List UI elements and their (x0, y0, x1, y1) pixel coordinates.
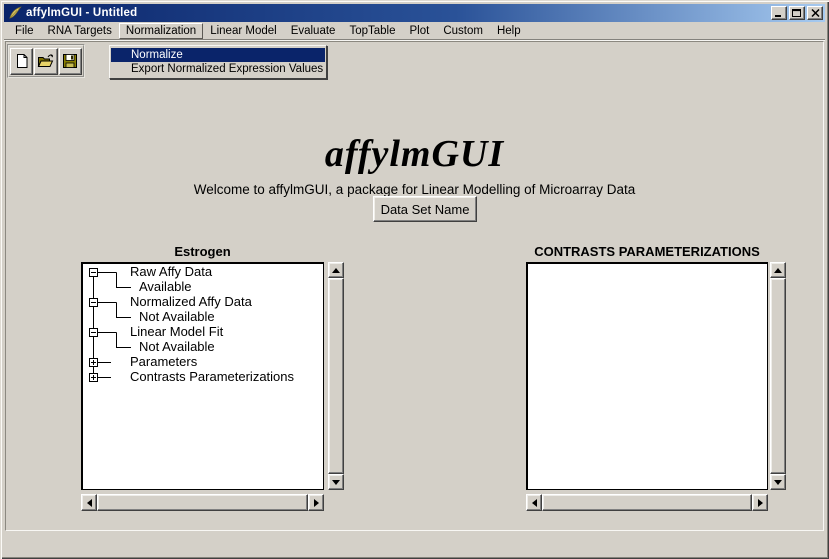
dataset-name-button[interactable]: Data Set Name (373, 196, 477, 222)
menu-item-normalization[interactable]: Normalization (119, 23, 203, 39)
app-title: affylmGUI (6, 132, 823, 176)
arrow-right-icon (758, 499, 763, 507)
toolbar (7, 44, 85, 78)
scrollbar-thumb[interactable] (542, 494, 752, 511)
contrasts-horizontal-scrollbar[interactable] (526, 494, 768, 511)
new-file-icon (14, 53, 30, 69)
scroll-left-button[interactable] (526, 494, 542, 511)
scroll-right-button[interactable] (752, 494, 768, 511)
arrow-up-icon (774, 268, 782, 273)
estrogen-horizontal-scrollbar[interactable] (81, 494, 324, 511)
menu-item-custom[interactable]: Custom (436, 23, 490, 39)
tree-expander[interactable] (89, 328, 98, 337)
estrogen-vertical-scrollbar[interactable] (328, 262, 344, 490)
menu-item-export-normalized[interactable]: Export Normalized Expression Values (111, 62, 325, 76)
scrollbar-thumb[interactable] (97, 494, 308, 511)
menu-item-help[interactable]: Help (490, 23, 528, 39)
arrow-left-icon (87, 499, 92, 507)
scroll-up-button[interactable] (328, 262, 344, 278)
menubar: File RNA Targets Normalization Linear Mo… (4, 22, 825, 40)
contrasts-panel-heading: CONTRASTS PARAMETERIZATIONS (526, 244, 768, 259)
tree-item-raw-affy-status[interactable]: Available (139, 280, 192, 294)
menu-item-plot[interactable]: Plot (403, 23, 437, 39)
open-folder-icon (37, 53, 55, 69)
estrogen-tree: Raw Affy Data Available Normalized Affy … (83, 264, 323, 489)
save-button[interactable] (59, 48, 82, 75)
contrasts-vertical-scrollbar[interactable] (770, 262, 786, 490)
minimize-button[interactable] (771, 6, 787, 20)
menu-item-toptable[interactable]: TopTable (342, 23, 402, 39)
tree-expander[interactable] (89, 298, 98, 307)
scroll-left-button[interactable] (81, 494, 97, 511)
menu-item-normalize[interactable]: Normalize (111, 48, 325, 62)
scroll-down-button[interactable] (770, 474, 786, 490)
tree-item-linear-model-status[interactable]: Not Available (139, 340, 215, 354)
scroll-right-button[interactable] (308, 494, 324, 511)
minimize-icon (774, 9, 784, 18)
arrow-left-icon (532, 499, 537, 507)
arrow-right-icon (314, 499, 319, 507)
normalization-dropdown-menu: Normalize Export Normalized Expression V… (109, 45, 327, 79)
menu-item-rna-targets[interactable]: RNA Targets (41, 23, 119, 39)
maximize-button[interactable] (789, 6, 805, 20)
tree-item-normalized-affy-data[interactable]: Normalized Affy Data (130, 295, 252, 309)
arrow-up-icon (332, 268, 340, 273)
save-icon (62, 53, 78, 69)
scroll-down-button[interactable] (328, 474, 344, 490)
estrogen-tree-listbox[interactable]: Raw Affy Data Available Normalized Affy … (81, 262, 324, 490)
app-window: affylmGUI - Untitled File RNA Targets No… (0, 0, 829, 559)
arrow-down-icon (332, 480, 340, 485)
window-title: affylmGUI - Untitled (26, 7, 137, 19)
scroll-up-button[interactable] (770, 262, 786, 278)
tree-expander[interactable] (89, 268, 98, 277)
feather-icon (7, 6, 23, 20)
welcome-text: Welcome to affylmGUI, a package for Line… (6, 182, 823, 197)
tree-item-parameters[interactable]: Parameters (130, 355, 197, 369)
tree-expander[interactable] (89, 358, 98, 367)
client-area: Normalize Export Normalized Expression V… (5, 41, 824, 531)
window-controls (771, 6, 823, 20)
arrow-down-icon (774, 480, 782, 485)
tree-expander[interactable] (89, 373, 98, 382)
menu-item-linear-model[interactable]: Linear Model (203, 23, 283, 39)
contrasts-listbox[interactable] (526, 262, 768, 490)
tree-item-normalized-status[interactable]: Not Available (139, 310, 215, 324)
maximize-icon (792, 9, 802, 18)
tree-item-contrasts-parameterizations[interactable]: Contrasts Parameterizations (130, 370, 294, 384)
scrollbar-thumb[interactable] (328, 278, 344, 474)
close-button[interactable] (807, 6, 823, 20)
close-icon (811, 9, 820, 17)
titlebar: affylmGUI - Untitled (4, 4, 825, 22)
new-file-button[interactable] (10, 48, 33, 75)
menu-item-evaluate[interactable]: Evaluate (284, 23, 343, 39)
scrollbar-thumb[interactable] (770, 278, 786, 474)
tree-item-raw-affy-data[interactable]: Raw Affy Data (130, 265, 212, 279)
open-file-button[interactable] (34, 48, 57, 75)
tree-item-linear-model-fit[interactable]: Linear Model Fit (130, 325, 223, 339)
estrogen-panel-heading: Estrogen (81, 244, 324, 259)
menu-item-file[interactable]: File (8, 23, 41, 39)
